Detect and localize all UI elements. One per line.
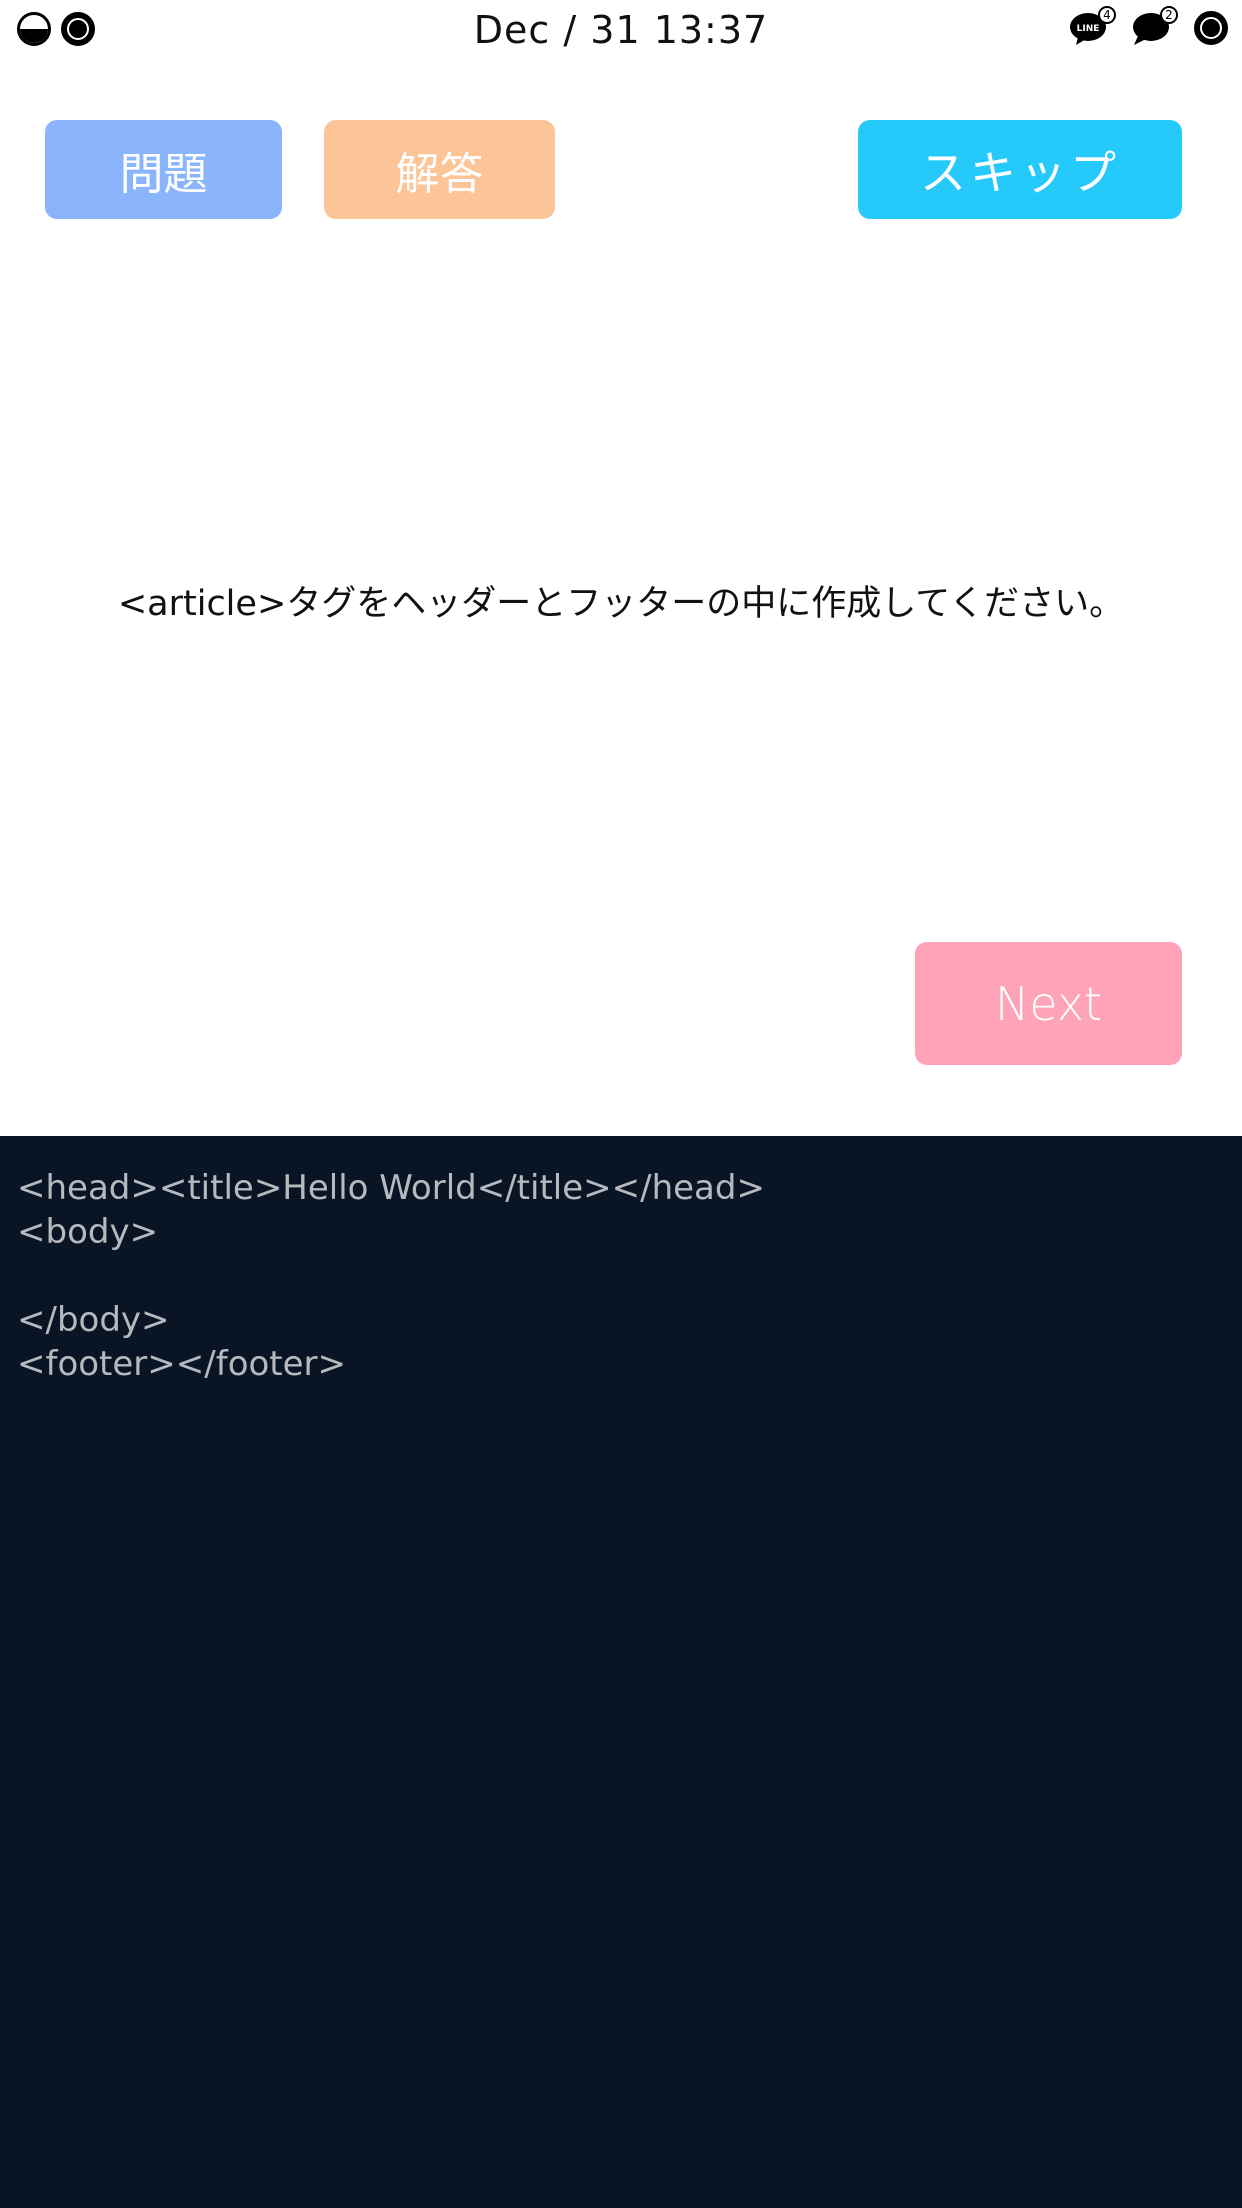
code-line[interactable]: <head><title>Hello World</title></head>: [17, 1166, 1225, 1210]
code-line[interactable]: <body>: [17, 1210, 1225, 1254]
answer-button[interactable]: 解答: [324, 120, 555, 219]
record-icon: [1194, 11, 1228, 45]
question-button[interactable]: 問題: [45, 120, 282, 219]
question-text: <article>タグをヘッダーとフッターの中に作成してください。: [117, 584, 1125, 624]
chat-badge: 2: [1160, 6, 1178, 24]
svg-text:LINE: LINE: [1077, 24, 1100, 34]
line-app-icon: LINE 4: [1070, 6, 1116, 48]
line-badge: 4: [1098, 6, 1116, 24]
status-time: Dec / 31 13:37: [473, 8, 769, 52]
skip-button[interactable]: スキップ: [858, 120, 1182, 219]
code-line[interactable]: <footer></footer>: [17, 1342, 1225, 1386]
status-bar: Dec / 31 13:37 LINE 4 2: [0, 0, 1242, 60]
code-line[interactable]: [17, 1254, 1225, 1298]
code-editor[interactable]: <head><title>Hello World</title></head> …: [0, 1136, 1242, 2208]
code-line[interactable]: </body>: [17, 1298, 1225, 1342]
chat-bubble-icon: 2: [1132, 6, 1178, 48]
status-right-icons: LINE 4 2: [1070, 6, 1228, 48]
next-button[interactable]: Next: [915, 942, 1182, 1065]
